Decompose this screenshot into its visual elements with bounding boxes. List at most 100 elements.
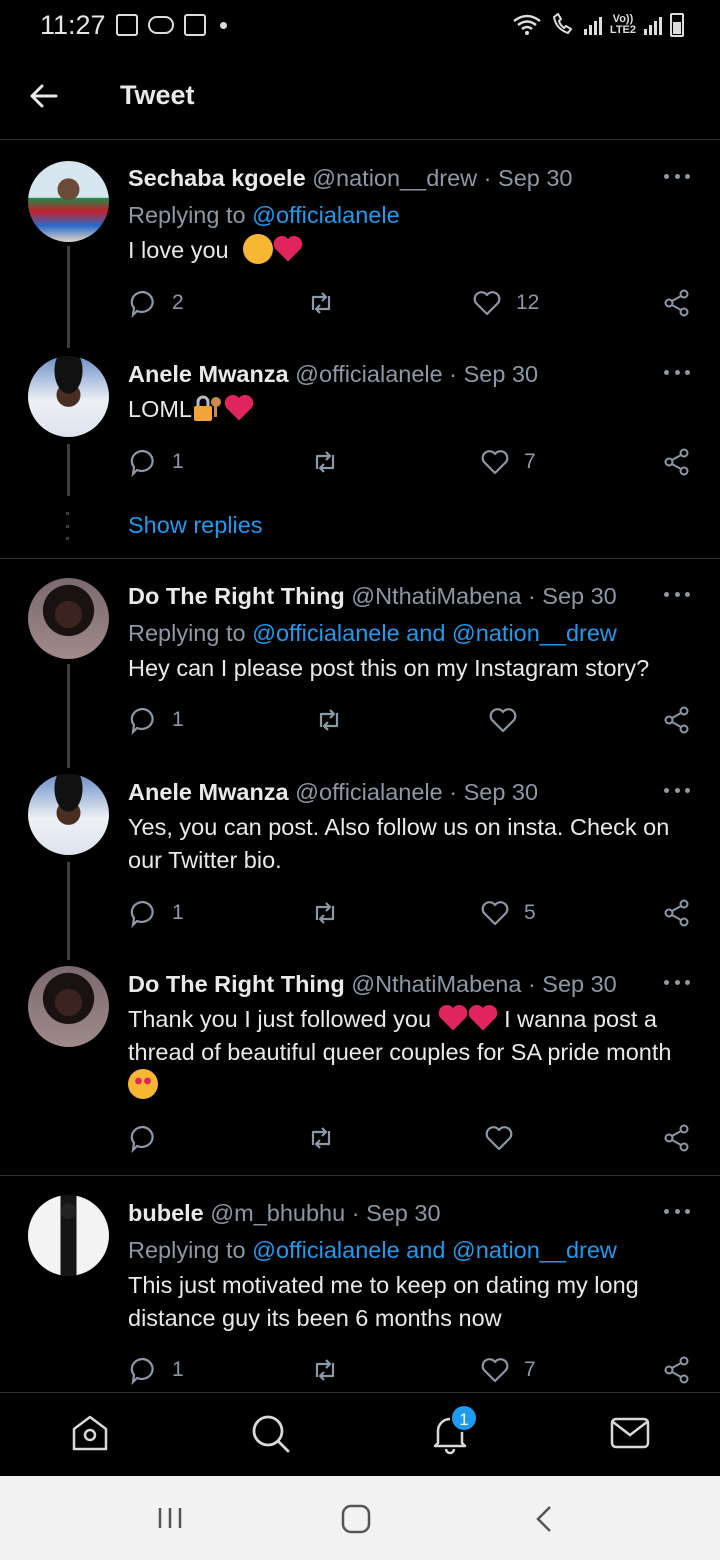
share-icon[interactable]: [662, 898, 692, 928]
messages-icon[interactable]: [608, 1411, 652, 1455]
retweet-icon[interactable]: [306, 288, 336, 318]
reply-icon[interactable]: [128, 898, 158, 928]
like-icon[interactable]: [480, 898, 510, 928]
thread-line: [67, 862, 70, 960]
header: Tweet: [0, 52, 720, 140]
more-options-icon[interactable]: [664, 592, 690, 600]
avatar[interactable]: [28, 161, 109, 242]
back-arrow-icon[interactable]: [26, 80, 62, 112]
reply-icon[interactable]: [128, 288, 158, 318]
author-handle: @m_bhubhu · Sep 30: [210, 1200, 441, 1226]
more-options-icon[interactable]: [664, 788, 690, 796]
author-name[interactable]: Sechaba kgoele: [128, 165, 306, 191]
gallery-notification-icon: [116, 14, 138, 36]
heart-emoji-icon: [468, 1004, 497, 1031]
lte2-label: LTE2: [609, 24, 636, 36]
reply-to-link[interactable]: @officialanele: [252, 202, 400, 228]
author-name[interactable]: Anele Mwanza: [128, 361, 289, 387]
like-count: 7: [524, 450, 536, 473]
like-icon[interactable]: [480, 1355, 510, 1385]
tweet-actions: 1 5: [128, 896, 698, 930]
thread-line: [67, 664, 70, 768]
reply-icon[interactable]: [128, 1355, 158, 1385]
author-name[interactable]: Anele Mwanza: [128, 779, 289, 805]
more-options-icon[interactable]: [664, 370, 690, 378]
retweet-icon[interactable]: [306, 1123, 336, 1153]
thread-line: [67, 444, 70, 496]
recent-apps-icon[interactable]: [156, 1504, 184, 1532]
share-icon[interactable]: [662, 447, 692, 477]
reply-icon[interactable]: [128, 447, 158, 477]
reply-to-link[interactable]: @officialanele and @nation__drew: [252, 620, 617, 646]
reply-icon[interactable]: [128, 1123, 158, 1153]
heart-emoji-icon: [224, 394, 254, 421]
avatar[interactable]: [28, 966, 109, 1047]
notification-badge: 1: [450, 1404, 478, 1432]
status-time: 11:27: [40, 10, 106, 40]
signal-strength-icon-1: [583, 15, 602, 35]
tweet-actions: 1: [128, 703, 698, 737]
battery-icon: [670, 13, 684, 37]
author-name[interactable]: bubele: [128, 1200, 204, 1226]
retweet-icon[interactable]: [310, 898, 340, 928]
home-icon[interactable]: [68, 1411, 112, 1455]
reply-count: 2: [172, 291, 184, 314]
tweet-text: Hey can I please post this on my Instagr…: [128, 655, 650, 681]
system-navigation-bar: [0, 1476, 720, 1560]
heart-emoji-icon: [273, 235, 303, 262]
author-handle: @officialanele · Sep 30: [295, 361, 539, 387]
more-options-icon[interactable]: [664, 1209, 690, 1217]
reply-to-link[interactable]: @officialanele and @nation__drew: [252, 1237, 617, 1263]
more-options-icon[interactable]: [664, 980, 690, 988]
reply-count: 1: [172, 450, 184, 473]
tweet-actions: [128, 1121, 698, 1155]
reply-prefix: Replying to: [128, 620, 253, 646]
bottom-nav: [0, 1392, 720, 1476]
status-bar: 11:27 Vo)) LTE2: [0, 0, 720, 52]
more-options-icon[interactable]: [664, 174, 690, 182]
signal-strength-icon-2: [644, 15, 662, 35]
wifi-icon: [513, 14, 541, 35]
share-icon[interactable]: [662, 1123, 692, 1153]
tweet-text-part1: Thank you I just followed you: [128, 1006, 432, 1032]
thread-continuation-dots: [66, 512, 70, 540]
divider: [0, 558, 720, 559]
reply-prefix: Replying to: [128, 1237, 253, 1263]
kiss-emoji-icon: [243, 234, 274, 264]
reply-count: 1: [172, 708, 184, 731]
divider: [0, 1175, 720, 1176]
avatar[interactable]: [28, 1195, 109, 1276]
author-handle: @officialanele · Sep 30: [295, 779, 539, 805]
search-icon[interactable]: [248, 1411, 292, 1455]
retweet-icon[interactable]: [310, 1355, 340, 1385]
author-name[interactable]: Do The Right Thing: [128, 583, 345, 609]
system-back-icon[interactable]: [532, 1504, 556, 1534]
like-icon[interactable]: [472, 288, 502, 318]
retweet-icon[interactable]: [310, 447, 340, 477]
like-count: 5: [524, 901, 536, 924]
like-icon[interactable]: [480, 447, 510, 477]
avatar[interactable]: [28, 774, 109, 855]
home-button-icon[interactable]: [340, 1504, 372, 1534]
like-icon[interactable]: [488, 705, 518, 735]
author-handle: @nation__drew · Sep 30: [312, 165, 573, 191]
thread-line: [67, 246, 70, 348]
author-name[interactable]: Do The Right Thing: [128, 971, 345, 997]
cloud-sync-icon: [148, 16, 174, 34]
share-icon[interactable]: [662, 705, 692, 735]
tweet-text: This just motivated me to keep on dating…: [128, 1272, 639, 1331]
retweet-icon[interactable]: [314, 705, 344, 735]
avatar[interactable]: [28, 356, 109, 437]
heart-eyes-emoji-icon: [128, 1069, 158, 1099]
like-count: 12: [516, 291, 540, 314]
like-icon[interactable]: [484, 1123, 514, 1153]
share-icon[interactable]: [662, 288, 692, 318]
author-handle: @NthatiMabena · Sep 30: [351, 583, 617, 609]
show-replies-link[interactable]: Show replies: [128, 512, 263, 539]
avatar[interactable]: [28, 578, 109, 659]
lock-key-emoji-icon: [194, 395, 221, 421]
reply-icon[interactable]: [128, 705, 158, 735]
share-icon[interactable]: [662, 1355, 692, 1385]
tweet-text: I love you: [128, 237, 229, 263]
more-notifications-dot-icon: [220, 21, 227, 29]
